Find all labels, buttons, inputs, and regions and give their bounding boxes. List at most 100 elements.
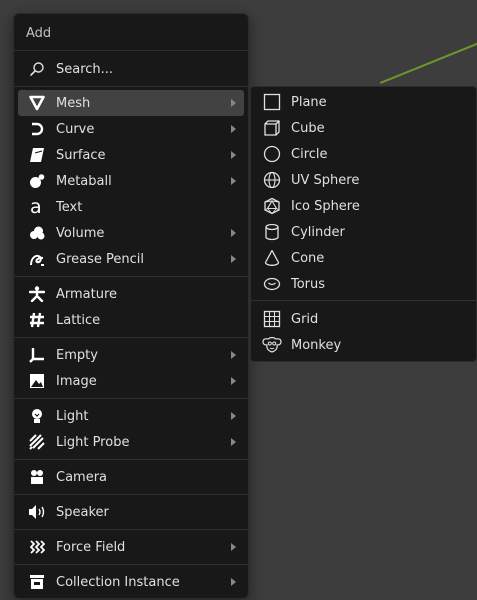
menu-item-metaball[interactable]: Metaball [18, 168, 244, 194]
menu-item-label: Light [56, 408, 89, 424]
menu-item-label: Speaker [56, 504, 109, 520]
menu-item-surface[interactable]: Surface [18, 142, 244, 168]
menu-item-camera[interactable]: Camera [18, 464, 244, 490]
text-icon: a [26, 196, 48, 218]
submenu-item-label: Cylinder [291, 224, 345, 240]
menu-item-curve[interactable]: Curve [18, 116, 244, 142]
submenu-item-torus[interactable]: Torus [257, 271, 472, 297]
submenu-item-grid[interactable]: Grid [257, 306, 472, 332]
submenu-item-label: Cone [291, 250, 325, 266]
menu-item-lattice[interactable]: Lattice [18, 307, 244, 333]
volume-icon [26, 222, 48, 244]
submenu-arrow-icon [231, 438, 236, 446]
submenu-item-uv-sphere[interactable]: UV Sphere [257, 167, 472, 193]
menu-item-label: Empty [56, 347, 98, 363]
camera-icon [26, 466, 48, 488]
submenu-item-circle[interactable]: Circle [257, 141, 472, 167]
submenu-arrow-icon [231, 177, 236, 185]
menu-item-grease-pencil[interactable]: Grease Pencil [18, 246, 244, 272]
menu-item-label: Metaball [56, 173, 112, 189]
search-icon [26, 58, 48, 80]
search-label: Search... [56, 61, 114, 77]
divider [14, 459, 248, 460]
menu-item-collection-instance[interactable]: Collection Instance [18, 569, 244, 595]
menu-item-label: Volume [56, 225, 105, 241]
cube-icon [261, 117, 283, 139]
submenu-arrow-icon [231, 543, 236, 551]
menu-item-image[interactable]: Image [18, 368, 244, 394]
menu-item-label: Curve [56, 121, 95, 137]
submenu-item-label: Grid [291, 311, 319, 327]
plane-icon [261, 91, 283, 113]
collection-instance-icon [26, 571, 48, 593]
circle-icon [261, 143, 283, 165]
divider [14, 50, 248, 51]
submenu-item-label: Monkey [291, 337, 342, 353]
menu-item-label: Collection Instance [56, 574, 180, 590]
ico-sphere-icon [261, 195, 283, 217]
lattice-icon [26, 309, 48, 331]
menu-item-label: Surface [56, 147, 106, 163]
empty-icon [26, 344, 48, 366]
divider [14, 276, 248, 277]
divider [14, 529, 248, 530]
submenu-arrow-icon [231, 578, 236, 586]
submenu-arrow-icon [231, 229, 236, 237]
submenu-item-label: Cube [291, 120, 325, 136]
menu-item-text[interactable]: a Text [18, 194, 244, 220]
grid-icon [261, 308, 283, 330]
menu-title: Add [26, 26, 52, 41]
menu-item-label: Grease Pencil [56, 251, 144, 267]
cone-icon [261, 247, 283, 269]
mesh-icon [26, 92, 48, 114]
cylinder-icon [261, 221, 283, 243]
menu-item-label: Camera [56, 469, 108, 485]
menu-item-force-field[interactable]: Force Field [18, 534, 244, 560]
torus-icon [261, 273, 283, 295]
monkey-icon [261, 334, 283, 356]
submenu-item-plane[interactable]: Plane [257, 89, 472, 115]
submenu-item-monkey[interactable]: Monkey [257, 332, 472, 358]
submenu-item-cube[interactable]: Cube [257, 115, 472, 141]
menu-item-light-probe[interactable]: Light Probe [18, 429, 244, 455]
menu-item-volume[interactable]: Volume [18, 220, 244, 246]
menu-item-armature[interactable]: Armature [18, 281, 244, 307]
menu-item-label: Mesh [56, 95, 91, 111]
curve-icon [26, 118, 48, 140]
add-menu: Add Search... Mesh Curve Surface Metabal… [13, 13, 249, 599]
submenu-item-ico-sphere[interactable]: Ico Sphere [257, 193, 472, 219]
submenu-item-label: Plane [291, 94, 327, 110]
light-icon [26, 405, 48, 427]
menu-item-label: Lattice [56, 312, 101, 328]
menu-item-label: Force Field [56, 539, 126, 555]
submenu-item-cone[interactable]: Cone [257, 245, 472, 271]
svg-text:a: a [30, 198, 42, 216]
submenu-item-label: UV Sphere [291, 172, 360, 188]
armature-icon [26, 283, 48, 305]
submenu-arrow-icon [231, 99, 236, 107]
metaball-icon [26, 170, 48, 192]
divider [14, 494, 248, 495]
submenu-arrow-icon [231, 255, 236, 263]
submenu-item-label: Torus [291, 276, 326, 292]
menu-item-label: Light Probe [56, 434, 130, 450]
menu-item-label: Image [56, 373, 97, 389]
menu-item-speaker[interactable]: Speaker [18, 499, 244, 525]
force-field-icon [26, 536, 48, 558]
submenu-arrow-icon [231, 412, 236, 420]
menu-item-light[interactable]: Light [18, 403, 244, 429]
divider [14, 337, 248, 338]
submenu-item-label: Circle [291, 146, 328, 162]
light-probe-icon [26, 431, 48, 453]
submenu-item-cylinder[interactable]: Cylinder [257, 219, 472, 245]
surface-icon [26, 144, 48, 166]
divider [251, 300, 476, 301]
menu-item-mesh[interactable]: Mesh [18, 90, 244, 116]
search-button[interactable]: Search... [18, 56, 244, 82]
divider [14, 398, 248, 399]
divider [14, 564, 248, 565]
menu-item-empty[interactable]: Empty [18, 342, 244, 368]
grease-pencil-icon [26, 248, 48, 270]
submenu-arrow-icon [231, 377, 236, 385]
mesh-submenu: Plane Cube Circle UV Sphere Ico Sphere C… [250, 86, 477, 362]
